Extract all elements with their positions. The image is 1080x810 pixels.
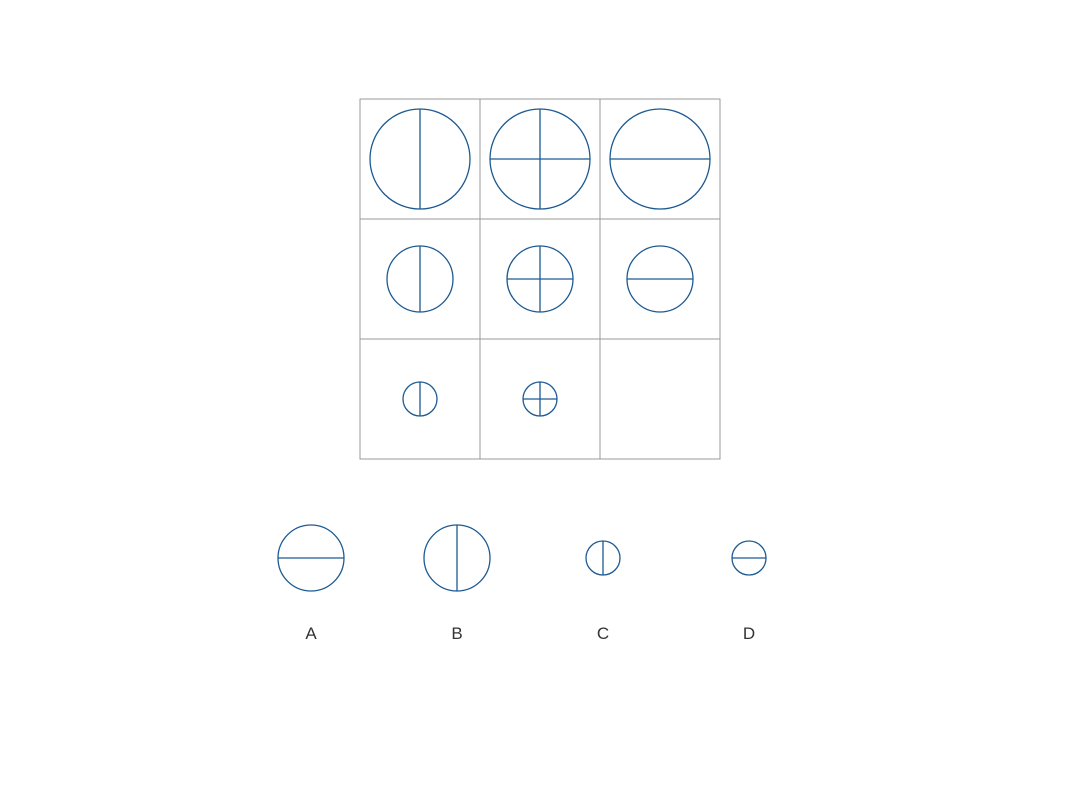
- cell-figure-r3c1: [402, 381, 438, 417]
- option-label-d[interactable]: D: [729, 624, 769, 644]
- option-figure-d: [731, 540, 767, 576]
- cell-figure-r2c1: [386, 245, 454, 313]
- puzzle-cells: [369, 108, 711, 417]
- cell-figure-r1c3: [609, 108, 711, 210]
- answer-options: [277, 524, 767, 592]
- cell-figure-r3c2: [522, 381, 558, 417]
- cell-figure-r1c2: [489, 108, 591, 210]
- cell-figure-r1c1: [369, 108, 471, 210]
- option-label-c[interactable]: C: [583, 624, 623, 644]
- option-label-b[interactable]: B: [437, 624, 477, 644]
- option-figure-a: [277, 524, 345, 592]
- cell-figure-r2c2: [506, 245, 574, 313]
- cell-figure-r2c3: [626, 245, 694, 313]
- option-label-a[interactable]: A: [291, 624, 331, 644]
- option-figure-c: [585, 540, 621, 576]
- puzzle-canvas: [277, 98, 767, 592]
- option-figure-b: [423, 524, 491, 592]
